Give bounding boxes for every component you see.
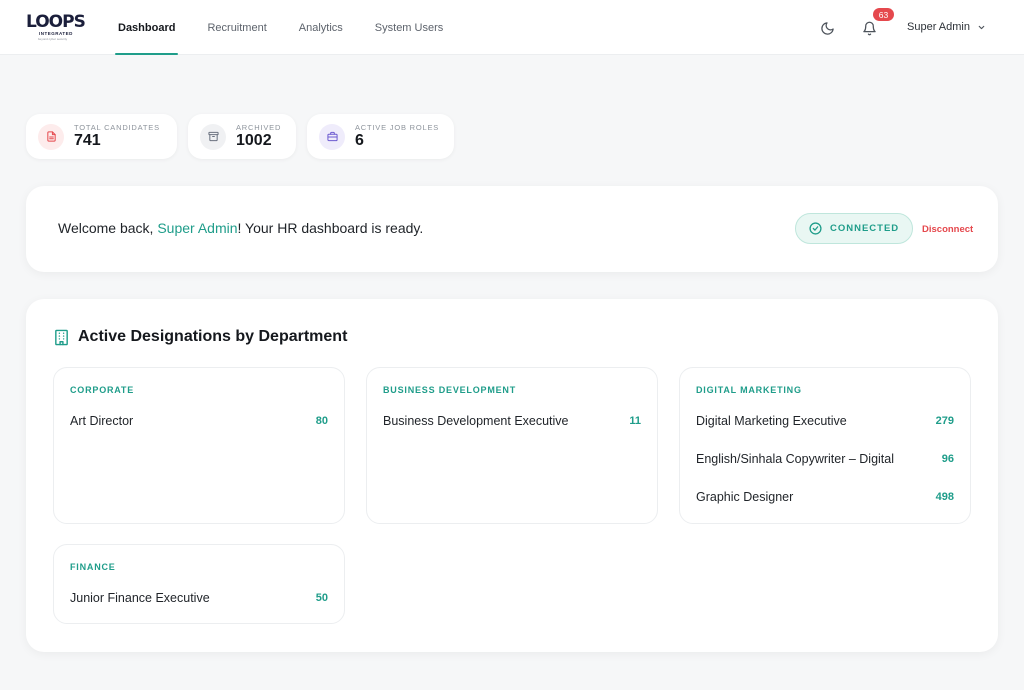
welcome-user-name: Super Admin [157,220,238,236]
stat-value: 741 [74,132,101,149]
designations-heading: Active Designations by Department [53,328,347,346]
role-row[interactable]: Junior Finance Executive 50 [70,590,328,606]
main-nav: Dashboard Recruitment Analytics System U… [103,0,460,55]
department-name: DIGITAL MARKETING [696,385,802,395]
role-row[interactable]: English/Sinhala Copywriter – Digital 96 [696,451,954,467]
document-icon [38,123,64,150]
notification-count-badge: 63 [873,8,894,21]
role-row[interactable]: Graphic Designer 498 [696,489,954,505]
connection-status-badge: CONNECTED [795,213,913,244]
top-navbar: LOOPS INTEGRATED beyond cyber security D… [0,0,1024,55]
role-title: Art Director [70,414,134,428]
stat-label: TOTAL CANDIDATES [74,123,160,132]
stat-active-job-roles: ACTIVE JOB ROLES 6 [307,114,454,159]
logo-wordmark: LOOPS [26,12,86,32]
role-title: Junior Finance Executive [70,591,210,605]
welcome-suffix: ! Your HR dashboard is ready. [237,220,424,236]
role-row[interactable]: Digital Marketing Executive 279 [696,413,954,429]
department-card-digital-marketing: DIGITAL MARKETING Digital Marketing Exec… [679,367,971,524]
role-count: 80 [315,415,328,427]
role-title: English/Sinhala Copywriter – Digital [696,452,895,466]
chevron-down-icon [977,23,986,32]
stat-label: ACTIVE JOB ROLES [355,123,440,132]
nav-recruitment[interactable]: Recruitment [192,0,281,55]
logo-tagline: beyond cyber security [38,37,68,41]
role-row[interactable]: Art Director 80 [70,413,328,429]
department-card-business-development: BUSINESS DEVELOPMENT Business Developmen… [366,367,658,524]
department-card-corporate: CORPORATE Art Director 80 [53,367,345,524]
role-count: 50 [315,592,328,604]
stat-total-candidates: TOTAL CANDIDATES 741 [26,114,177,159]
role-count: 498 [935,491,954,503]
stat-value: 1002 [236,132,272,149]
check-circle-icon [809,222,822,235]
archive-icon [200,123,226,150]
user-name: Super Admin [907,21,970,33]
department-card-finance: FINANCE Junior Finance Executive 50 [53,544,345,624]
welcome-message: Welcome back, Super Admin! Your HR dashb… [58,220,423,236]
role-row[interactable]: Business Development Executive 11 [383,413,641,429]
briefcase-icon [319,123,345,150]
disconnect-button[interactable]: Disconnect [922,224,973,235]
nav-dashboard[interactable]: Dashboard [103,0,190,55]
welcome-card: Welcome back, Super Admin! Your HR dashb… [26,186,998,272]
role-title: Graphic Designer [696,490,794,504]
designations-title: Active Designations by Department [78,328,348,345]
department-name: CORPORATE [70,385,135,395]
department-name: BUSINESS DEVELOPMENT [383,385,517,395]
nav-analytics[interactable]: Analytics [284,0,358,55]
nav-system-users[interactable]: System Users [360,0,458,55]
loops-logo[interactable]: LOOPS INTEGRATED beyond cyber security [26,12,86,42]
connection-status-label: CONNECTED [830,223,900,234]
stat-archived: ARCHIVED 1002 [188,114,296,159]
role-count: 11 [629,415,641,427]
welcome-prefix: Welcome back, [58,220,158,236]
role-title: Digital Marketing Executive [696,414,847,428]
role-title: Business Development Executive [383,414,569,428]
role-count: 96 [941,453,954,465]
user-menu[interactable]: Super Admin [907,21,986,33]
role-count: 279 [935,415,954,427]
stat-value: 6 [355,132,364,149]
bell-icon[interactable] [860,19,878,37]
moon-icon[interactable] [818,19,836,37]
stat-label: ARCHIVED [236,123,282,132]
department-name: FINANCE [70,562,116,572]
building-icon [53,329,70,346]
designations-card: Active Designations by Department CORPOR… [26,299,998,652]
